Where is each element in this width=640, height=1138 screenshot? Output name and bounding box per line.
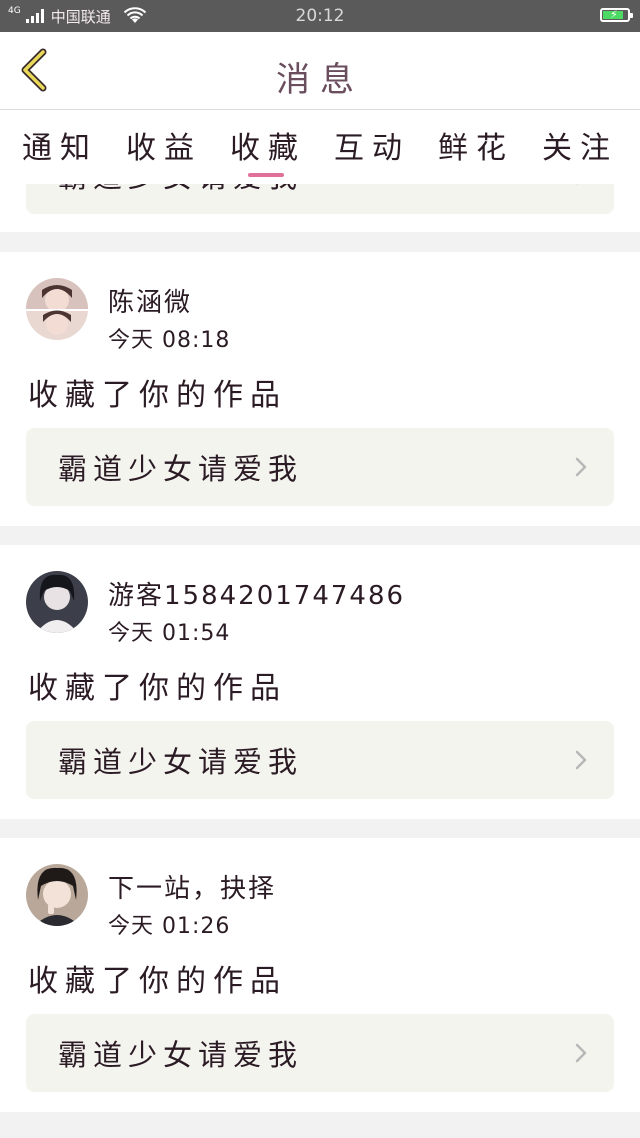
user-name[interactable]: 陈涵微 [108, 282, 192, 319]
tab-bar: 通知 收益 收藏 互动 鲜花 关注 [0, 110, 640, 184]
timestamp: 今天 01:54 [108, 621, 231, 646]
status-left: 4G 中国联通 [0, 6, 147, 27]
work-link[interactable]: 霸道少女请爱我 [26, 428, 614, 506]
avatar[interactable] [26, 278, 88, 340]
list-item: 下一站，抉择 今天 01:26 收藏了你的作品 霸道少女请爱我 [0, 838, 640, 1112]
avatar[interactable] [26, 864, 88, 926]
tab-favorites[interactable]: 收藏 [230, 111, 306, 183]
action-text: 收藏了你的作品 [28, 964, 287, 999]
chevron-right-icon [575, 457, 587, 477]
chevron-right-icon [575, 750, 587, 770]
work-title: 霸道少女请爱我 [58, 184, 303, 196]
list-item-partial: 霸道少女请爱我 [0, 184, 640, 232]
chevron-right-icon [576, 184, 578, 185]
list-item: 陈涵微 今天 08:18 收藏了你的作品 霸道少女请爱我 [0, 252, 640, 526]
status-bar: 4G 中国联通 20:12 ⚡ [0, 0, 640, 32]
charging-bolt-icon: ⚡ [610, 8, 618, 21]
notification-feed[interactable]: 霸道少女请爱我 陈涵微 今天 08:18 收藏了你的作品 霸道少女请爱我 [0, 184, 640, 1138]
work-title: 霸道少女请爱我 [58, 745, 304, 779]
tab-notifications[interactable]: 通知 [22, 111, 98, 183]
signal-icon [25, 9, 44, 23]
work-title: 霸道少女请爱我 [58, 452, 304, 486]
page-title: 消息 [276, 60, 364, 100]
work-link[interactable]: 霸道少女请爱我 [26, 184, 614, 214]
tab-interactions[interactable]: 互动 [334, 111, 410, 183]
carrier-name: 中国联通 [50, 7, 111, 26]
user-name[interactable]: 游客1584201747486 [108, 575, 405, 612]
work-link[interactable]: 霸道少女请爱我 [26, 1014, 614, 1092]
timestamp: 今天 08:18 [108, 328, 231, 353]
list-item: 游客1584201747486 今天 01:54 收藏了你的作品 霸道少女请爱我 [0, 545, 640, 819]
wifi-icon [123, 7, 146, 23]
tab-flowers[interactable]: 鲜花 [438, 111, 514, 183]
avatar[interactable] [26, 571, 88, 633]
tab-earnings[interactable]: 收益 [126, 111, 202, 183]
action-text: 收藏了你的作品 [28, 671, 287, 706]
action-text: 收藏了你的作品 [28, 378, 287, 413]
work-link[interactable]: 霸道少女请爱我 [26, 721, 614, 799]
battery-icon: ⚡ [600, 8, 633, 22]
user-name[interactable]: 下一站，抉择 [108, 868, 276, 905]
work-title: 霸道少女请爱我 [58, 1038, 304, 1072]
header-bar: 消息 [0, 32, 640, 110]
network-type: 4G [8, 5, 21, 16]
chevron-right-icon [575, 1043, 587, 1063]
tab-follows[interactable]: 关注 [542, 111, 618, 183]
timestamp: 今天 01:26 [108, 914, 231, 939]
